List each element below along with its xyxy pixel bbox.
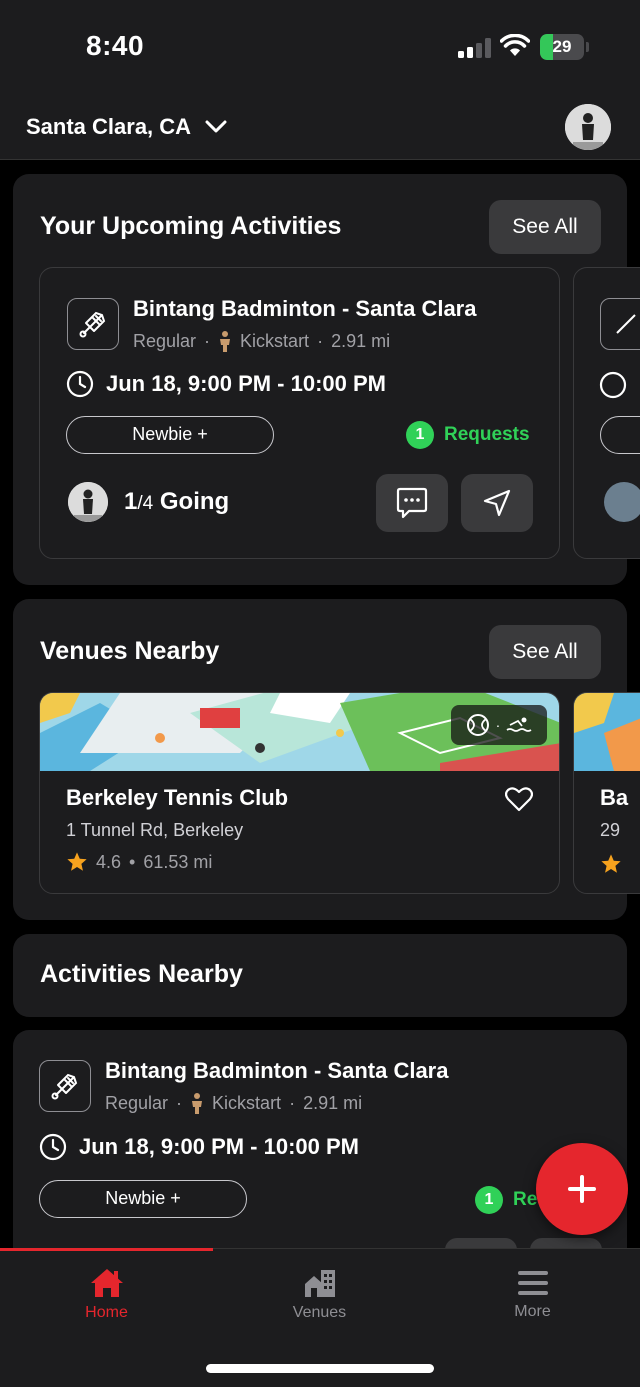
home-indicator xyxy=(206,1364,434,1373)
badminton-icon xyxy=(67,298,119,350)
activity-title: Bintang Badminton - Santa Clara xyxy=(133,296,477,321)
requests-count-badge: 1 xyxy=(475,1186,503,1214)
directions-button[interactable] xyxy=(461,474,533,532)
venue-name: Berkeley Tennis Club xyxy=(66,785,289,810)
level-pill[interactable]: Newbie + xyxy=(66,416,274,454)
activity-type: Regular xyxy=(105,1092,169,1113)
menu-icon xyxy=(517,1271,548,1295)
star-icon xyxy=(601,854,621,873)
activity-time-row: Jun 18, 9:00 PM - 10:00 PM xyxy=(66,370,386,398)
tab-label: Venues xyxy=(292,1304,347,1321)
active-tab-indicator xyxy=(0,1248,213,1251)
swimming-icon xyxy=(506,717,532,732)
activity-distance: 2.91 mi xyxy=(303,1092,363,1113)
person-icon xyxy=(192,1093,203,1114)
plus-icon xyxy=(568,1175,596,1203)
going-summary[interactable]: 1/4 Going xyxy=(68,482,229,522)
profile-avatar[interactable] xyxy=(565,104,611,150)
requests-count-badge: 1 xyxy=(406,421,434,449)
activity-card[interactable]: Bintang Badminton - Santa Clara Regular … xyxy=(39,267,560,559)
activity-title: Bintang Badminton - Santa Clara xyxy=(105,1058,449,1083)
clock-icon xyxy=(599,371,627,399)
venue-sports-badges: · xyxy=(451,705,547,745)
activity-time: Jun 18, 9:00 PM - 10:00 PM xyxy=(106,371,386,396)
activity-type: Regular xyxy=(133,330,197,351)
tennis-ball-icon xyxy=(466,714,489,736)
badminton-icon xyxy=(600,298,640,350)
add-activity-button[interactable] xyxy=(536,1143,628,1235)
section-title: Activities Nearby xyxy=(40,960,243,988)
section-title: Your Upcoming Activities xyxy=(40,212,342,240)
see-all-button[interactable]: See All xyxy=(489,625,601,679)
wifi-icon xyxy=(500,34,530,56)
badminton-icon xyxy=(39,1060,91,1112)
clock-icon xyxy=(39,1133,67,1161)
activities-nearby-section: Activities Nearby xyxy=(13,934,627,1017)
activity-distance: 2.91 mi xyxy=(331,330,391,351)
activity-time: Jun 18, 9:00 PM - 10:00 PM xyxy=(79,1134,359,1159)
star-icon xyxy=(67,852,87,871)
activity-card-peek[interactable] xyxy=(573,267,640,559)
going-total: 4 xyxy=(142,493,154,514)
battery-level: 29 xyxy=(552,37,572,56)
venue-address: 1 Tunnel Rd, Berkeley xyxy=(66,820,244,840)
activity-host: Kickstart xyxy=(212,1092,282,1113)
tab-label: More xyxy=(514,1303,551,1320)
tab-venues[interactable]: Venues xyxy=(213,1259,426,1331)
app-header: Santa Clara, CA xyxy=(0,96,640,160)
section-title: Venues Nearby xyxy=(40,637,220,665)
activity-time-row: Jun 18, 9:00 PM - 10:00 PM xyxy=(39,1133,359,1161)
activity-host: Kickstart xyxy=(240,330,310,351)
chat-bubble-icon xyxy=(396,487,428,519)
nearby-activity-card[interactable]: Bintang Badminton - Santa Clara Regular … xyxy=(13,1030,627,1248)
venue-address: 29 xyxy=(600,820,621,840)
level-pill[interactable]: Newbie + xyxy=(39,1180,247,1218)
clock-icon xyxy=(66,370,94,398)
status-time: 8:40 xyxy=(86,30,145,61)
venue-card-peek[interactable]: Ba 29 xyxy=(573,692,640,894)
venue-name: Ba xyxy=(600,785,629,810)
venue-rating: 4.6 xyxy=(96,851,122,872)
venues-icon xyxy=(304,1270,335,1297)
activity-meta: Regular · Kickstart · 2.91 mi xyxy=(133,330,391,352)
activity-meta: Regular · Kickstart · 2.91 mi xyxy=(105,1092,363,1114)
cellular-signal-icon xyxy=(458,38,491,58)
requests-link[interactable]: 1 Re xyxy=(475,1186,537,1214)
tab-more[interactable]: More xyxy=(426,1259,639,1331)
directions-button[interactable] xyxy=(530,1238,602,1248)
location-label: Santa Clara, CA xyxy=(26,114,192,139)
navigation-arrow-icon xyxy=(483,489,511,517)
chevron-down-icon xyxy=(205,120,227,133)
upcoming-activities-section: Your Upcoming Activities See All Bintang… xyxy=(13,174,640,585)
tab-home[interactable]: Home xyxy=(0,1259,213,1331)
requests-label: Re xyxy=(513,1189,538,1210)
participant-avatar xyxy=(68,482,108,522)
person-icon xyxy=(220,331,231,352)
venues-nearby-section: Venues Nearby See All · Berkeley Tennis … xyxy=(13,599,640,920)
venue-card[interactable]: · Berkeley Tennis Club 1 Tunnel Rd, Berk… xyxy=(39,692,560,894)
venue-distance: 61.53 mi xyxy=(143,851,213,872)
requests-link[interactable]: 1 Requests xyxy=(406,421,530,449)
venue-rating-row: 4.6 • 61.53 mi xyxy=(66,851,212,873)
venue-image xyxy=(574,693,640,771)
venue-image: · xyxy=(40,693,559,771)
heart-icon[interactable] xyxy=(505,786,533,812)
participant-avatar xyxy=(604,482,640,522)
battery-icon: 29 xyxy=(540,34,589,60)
main-scroll-content[interactable]: Your Upcoming Activities See All Bintang… xyxy=(0,161,640,1248)
tab-label: Home xyxy=(85,1304,128,1321)
see-all-button[interactable]: See All xyxy=(489,200,601,254)
location-selector[interactable]: Santa Clara, CA xyxy=(26,114,227,140)
status-bar: 8:40 29 xyxy=(0,0,640,96)
going-count: 1 xyxy=(124,488,138,515)
chat-button[interactable] xyxy=(445,1238,517,1248)
going-label: Going xyxy=(159,488,230,515)
requests-label: Requests xyxy=(444,424,530,445)
chat-button[interactable] xyxy=(376,474,448,532)
home-icon xyxy=(90,1269,123,1297)
